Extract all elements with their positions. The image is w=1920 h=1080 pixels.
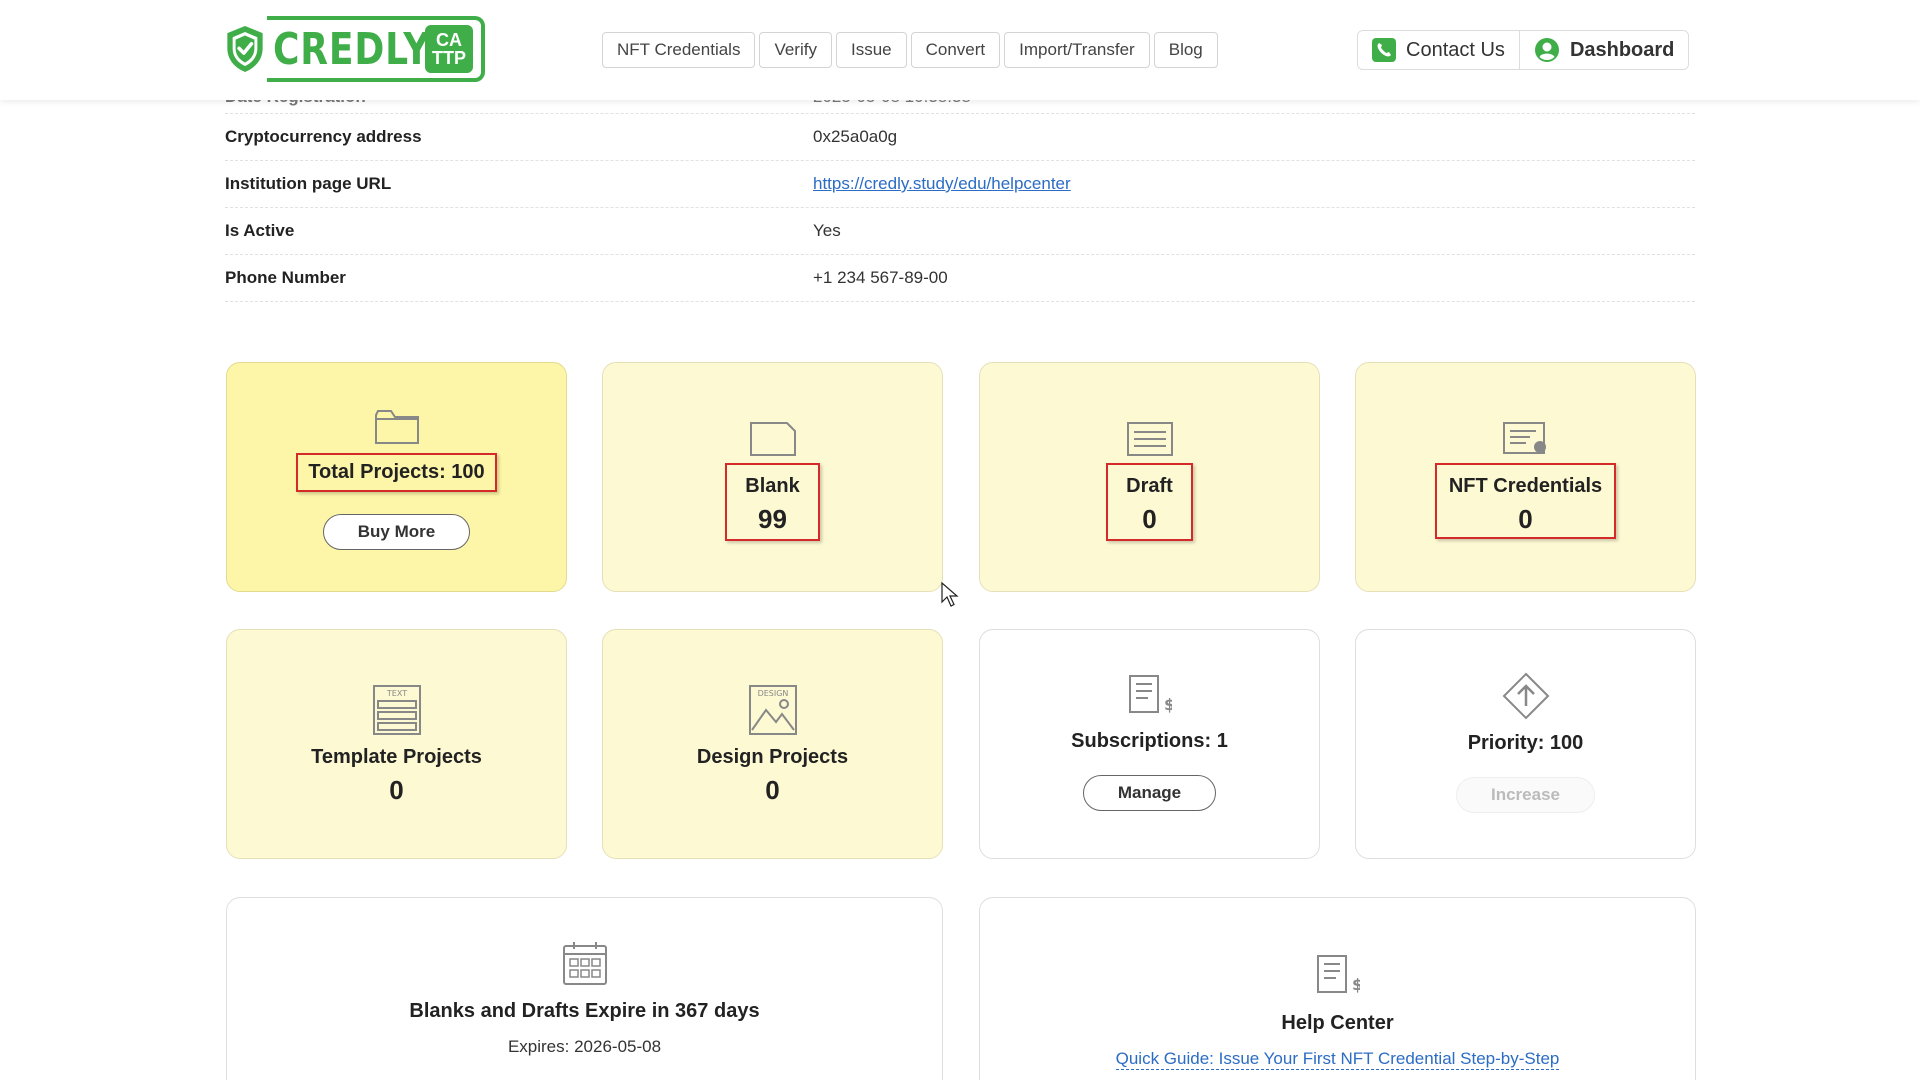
nav-import-transfer[interactable]: Import/Transfer	[1004, 32, 1150, 68]
nft-credentials-highlight: NFT Credentials 0	[1434, 463, 1617, 539]
nav-blog[interactable]: Blog	[1153, 32, 1218, 68]
blank-value: 99	[758, 504, 787, 534]
folder-icon	[374, 410, 419, 444]
template-icon-text: TEXT	[385, 689, 406, 698]
blank-card: Blank 99	[602, 362, 943, 592]
manage-button[interactable]: Manage	[1082, 775, 1217, 811]
expire-card: Blanks and Drafts Expire in 367 days Exp…	[226, 897, 943, 1080]
total-projects-title: Total Projects: 100	[308, 461, 485, 483]
info-row-is-active: Is Active Yes	[225, 208, 1695, 255]
template-projects-title: Template Projects	[311, 746, 482, 768]
nav-issue[interactable]: Issue	[835, 32, 907, 68]
info-label: Cryptocurrency address	[225, 127, 422, 146]
top-header: CREDLY CA TTP NFT Credentials Verify Iss…	[0, 0, 1920, 100]
blank-title: Blank	[745, 475, 800, 497]
invoice-icon: $	[1316, 955, 1360, 994]
info-row-institution-url: Institution page URL https://credly.stud…	[225, 161, 1695, 208]
template-icon: TEXT	[372, 685, 421, 735]
design-icon-text: DESIGN	[757, 689, 788, 698]
institution-url-link[interactable]: https://credly.study/edu/helpcenter	[813, 174, 1071, 194]
contact-us-label: Contact Us	[1406, 38, 1505, 61]
design-projects-title: Design Projects	[696, 746, 849, 768]
info-label: Is Active	[225, 221, 295, 240]
info-row-phone: Phone Number +1 234 567-89-00	[225, 255, 1695, 302]
blank-highlight: Blank 99	[725, 463, 820, 541]
priority-arrow-icon	[1502, 672, 1549, 720]
help-center-card: $ Help Center Quick Guide: Issue Your Fi…	[979, 897, 1696, 1080]
quick-guide-link[interactable]: Quick Guide: Issue Your First NFT Creden…	[1115, 1049, 1560, 1070]
credly-logo[interactable]: CREDLY CA TTP	[225, 8, 485, 90]
increase-button[interactable]: Increase	[1456, 777, 1595, 813]
dashboard-button[interactable]: Dashboard	[1518, 31, 1689, 69]
contact-us-button[interactable]: Contact Us	[1358, 31, 1519, 69]
logo-badge-line2: TTP	[432, 48, 466, 68]
template-projects-value: 0	[389, 775, 404, 805]
total-projects-card: Total Projects: 100 Buy More	[226, 362, 567, 592]
dashboard-label: Dashboard	[1569, 38, 1675, 61]
svg-text:$: $	[1352, 975, 1360, 994]
certificate-icon	[1502, 422, 1546, 454]
expire-date: Expires: 2026-05-08	[507, 1037, 662, 1056]
nav-verify[interactable]: Verify	[759, 32, 832, 68]
nft-credentials-title: NFT Credentials	[1448, 475, 1603, 497]
blank-document-icon	[749, 422, 796, 456]
buy-more-button[interactable]: Buy More	[322, 514, 471, 550]
header-actions: Contact Us Dashboard	[1357, 30, 1690, 70]
nft-credentials-card: NFT Credentials 0	[1355, 362, 1696, 592]
info-label: Phone Number	[225, 268, 346, 287]
logo-badge-line1: CA	[436, 30, 462, 50]
info-label: Institution page URL	[225, 174, 392, 193]
template-projects-card: TEXT Template Projects 0	[226, 629, 567, 859]
subscriptions-title: Subscriptions: 1	[1071, 730, 1228, 752]
subscriptions-card: $ Subscriptions: 1 Manage	[979, 629, 1320, 859]
draft-card: Draft 0	[979, 362, 1320, 592]
info-row-crypto-address: Cryptocurrency address 0x25a0a0g	[225, 114, 1695, 161]
info-value: Yes	[813, 221, 841, 240]
logo-wordmark: CREDLY CA TTP	[267, 16, 485, 82]
mouse-cursor-icon	[941, 582, 959, 607]
draft-document-icon	[1126, 422, 1173, 456]
main-nav: NFT Credentials Verify Issue Convert Imp…	[602, 32, 1218, 68]
logo-word: CREDLY	[273, 23, 431, 75]
logo-badge: CA TTP	[425, 25, 473, 73]
design-image-icon: DESIGN	[748, 685, 797, 735]
phone-icon	[1372, 38, 1396, 62]
institution-info-table: Date Registration 2025-05-08 10:38:38 Cr…	[225, 78, 1695, 302]
expire-title: Blanks and Drafts Expire in 367 days	[409, 1000, 760, 1022]
priority-card: Priority: 100 Increase	[1355, 629, 1696, 859]
info-value: +1 234 567-89-00	[813, 268, 948, 287]
calendar-icon	[562, 942, 607, 985]
nav-nft-credentials[interactable]: NFT Credentials	[602, 32, 756, 68]
total-projects-highlight: Total Projects: 100	[296, 453, 497, 492]
draft-highlight: Draft 0	[1106, 463, 1193, 541]
help-center-title: Help Center	[1281, 1012, 1394, 1034]
priority-title: Priority: 100	[1467, 732, 1584, 754]
nft-credentials-value: 0	[1518, 504, 1533, 534]
shield-check-icon	[227, 26, 263, 72]
draft-value: 0	[1142, 504, 1157, 534]
design-projects-value: 0	[765, 775, 780, 805]
svg-text:$: $	[1164, 695, 1172, 714]
info-value: 0x25a0a0g	[813, 127, 898, 146]
draft-title: Draft	[1126, 475, 1173, 497]
invoice-icon: $	[1128, 675, 1172, 714]
user-icon	[1534, 38, 1559, 62]
nav-convert[interactable]: Convert	[910, 32, 1001, 68]
design-projects-card: DESIGN Design Projects 0	[602, 629, 943, 859]
